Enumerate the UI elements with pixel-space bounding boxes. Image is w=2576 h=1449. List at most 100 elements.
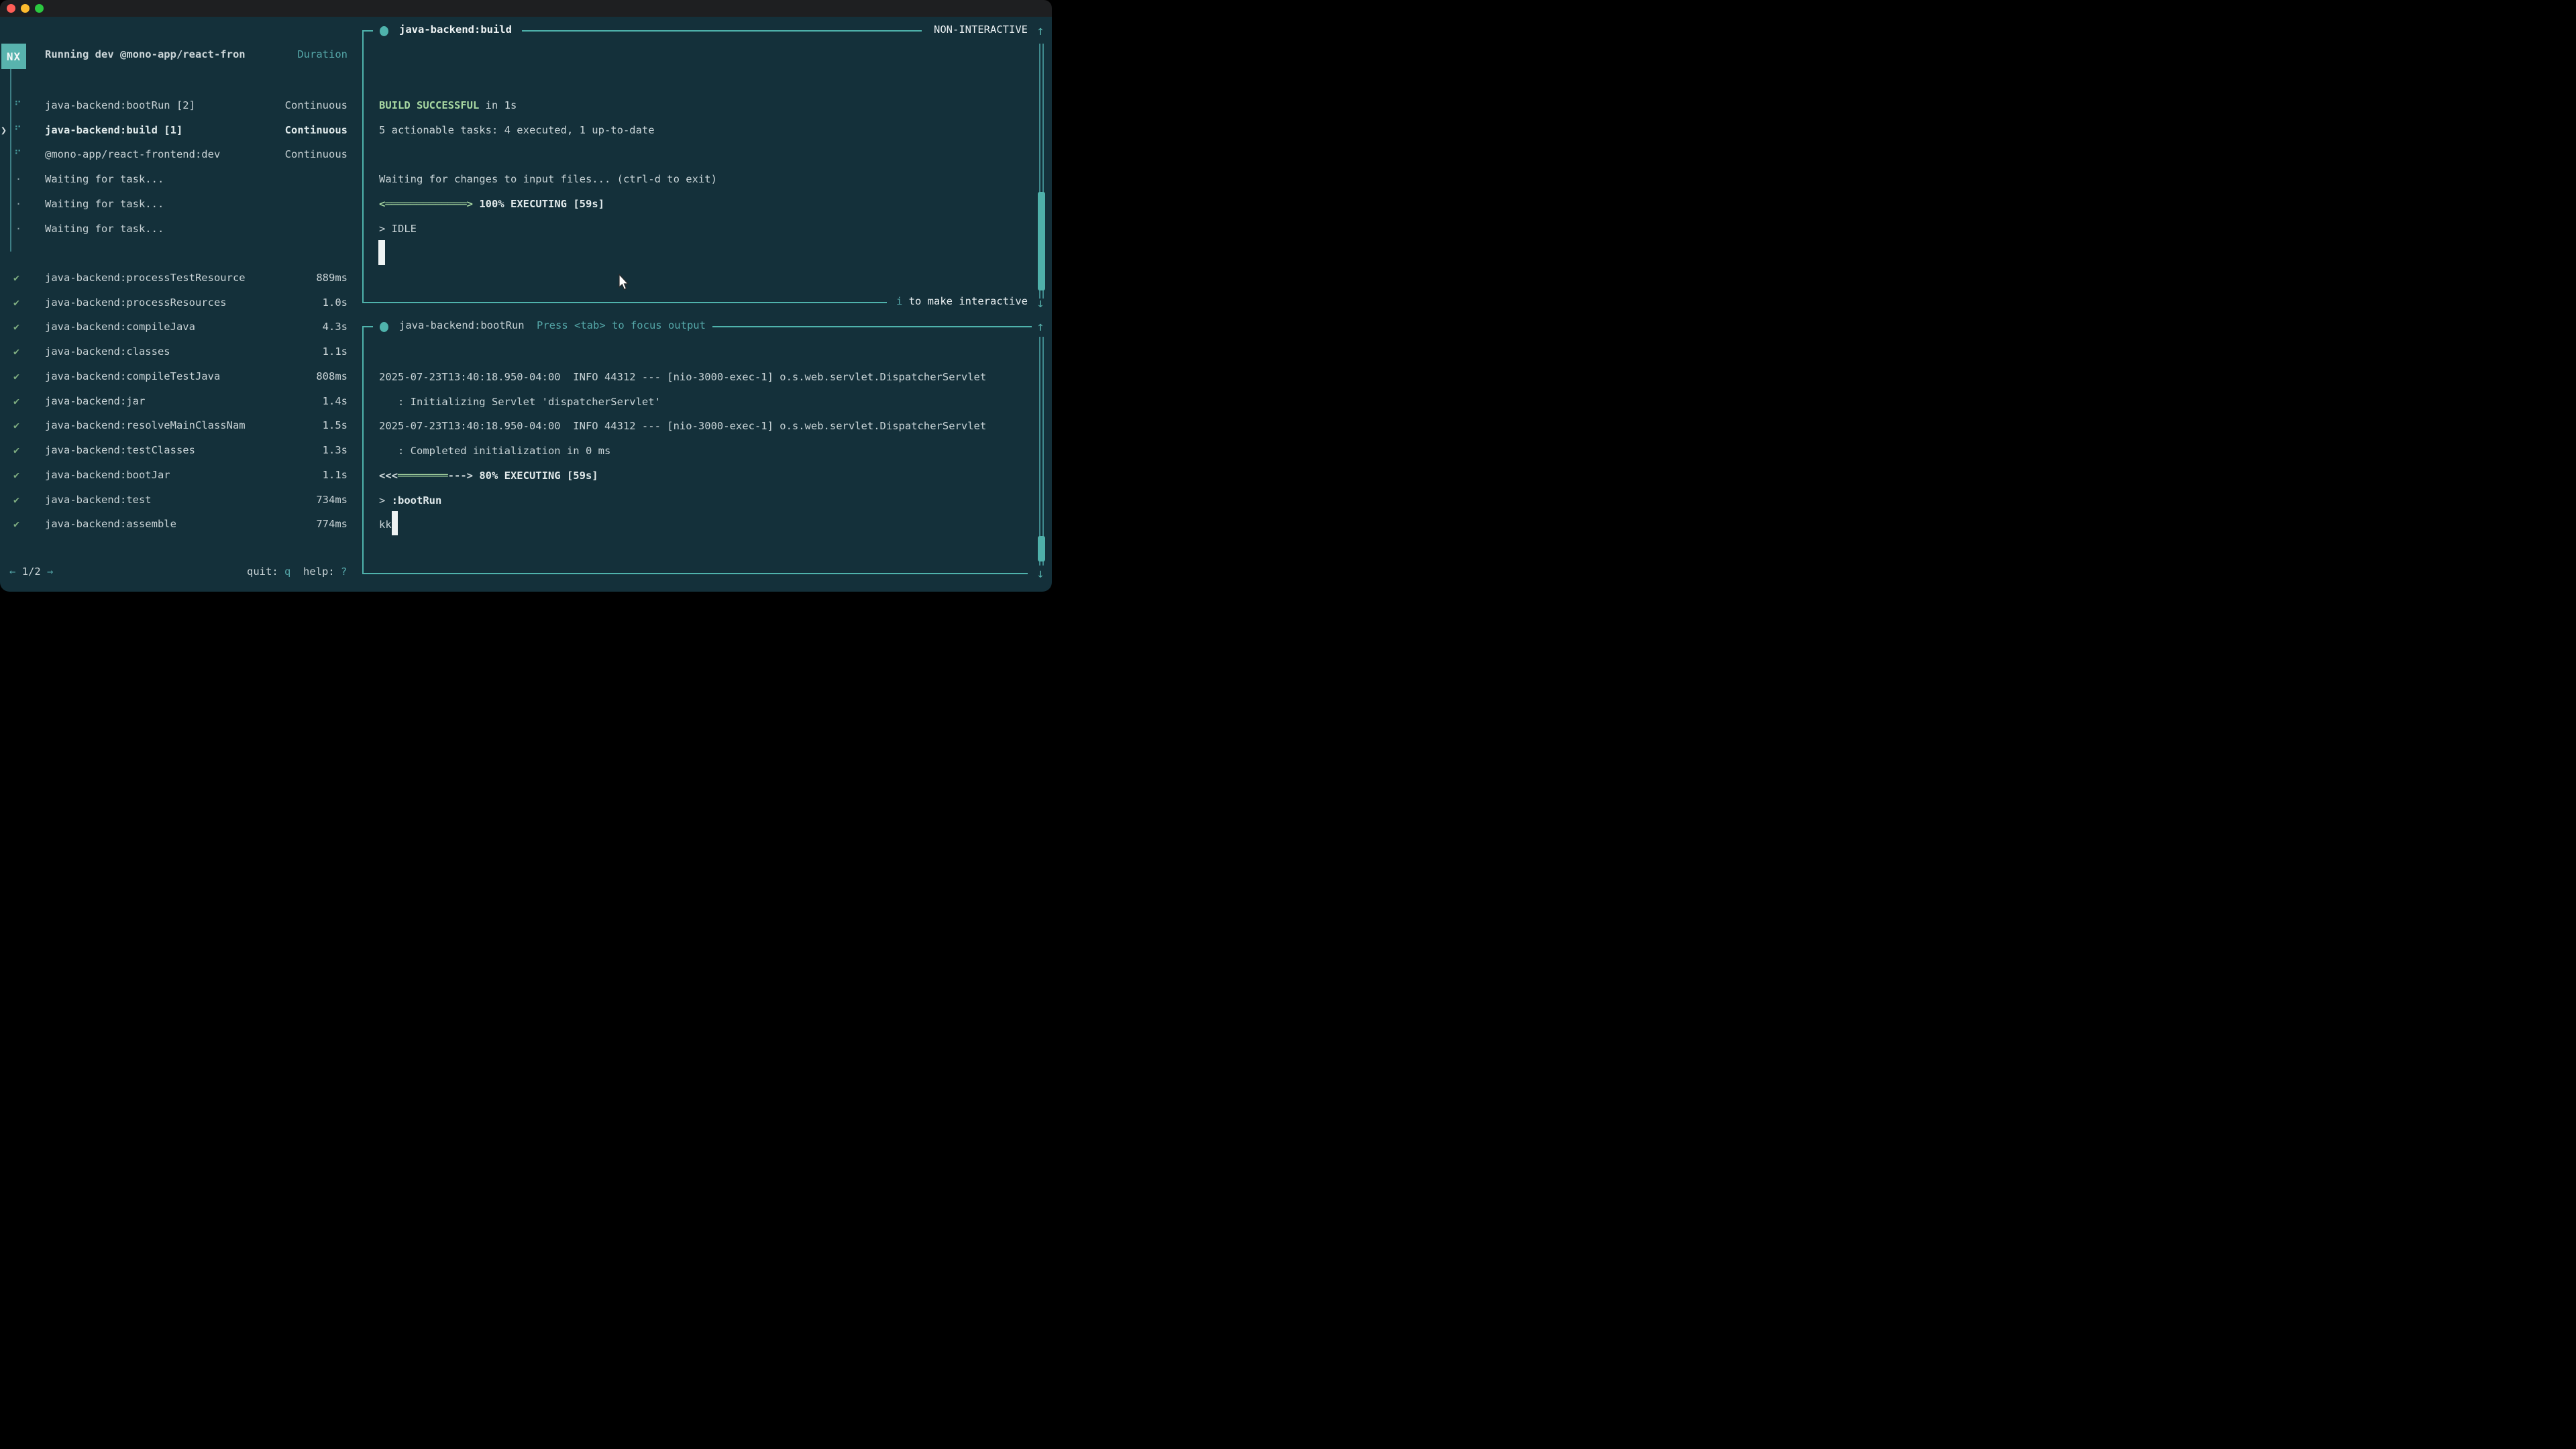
build-status: BUILD SUCCESSFUL [379, 99, 479, 111]
pane1-scroll-down-icon[interactable]: ↓ [1033, 297, 1048, 310]
pane2-scrollbar-thumb[interactable] [1038, 536, 1045, 561]
pane1-scroll-up-icon[interactable]: ↑ [1033, 25, 1048, 38]
task-status: Continuous [285, 124, 347, 136]
task-row[interactable]: ✔ java-backend:jar 1.4s [0, 388, 347, 413]
spinner-icon: ⠋ [14, 99, 21, 111]
pane1-bottom-border [362, 302, 887, 303]
pane2-bottom-border [362, 573, 1028, 574]
task-row-selected[interactable]: ❯ ⠋ java-backend:build [1] Continuous [0, 117, 347, 142]
pane2-output: 2025-07-23T13:40:18.950-04:00 INFO 44312… [379, 365, 1036, 537]
task-row[interactable]: ✔ java-backend:bootJar 1.1s [0, 463, 347, 488]
selection-caret-icon: ❯ [1, 124, 7, 136]
prompt-caret: > [379, 494, 392, 506]
pane2-scroll-down-icon[interactable]: ↓ [1033, 568, 1048, 580]
check-icon: ✔ [13, 444, 19, 456]
log-text: 2025-07-23T13:40:18.950-04:00 INFO 44312… [379, 420, 986, 432]
task-row[interactable]: ✔ java-backend:assemble 774ms [0, 512, 347, 537]
pane1-corner-line [362, 30, 373, 32]
task-name: @mono-app/react-frontend:dev [45, 148, 220, 160]
task-duration: 1.1s [323, 469, 347, 481]
zoom-button[interactable] [35, 4, 44, 13]
progress-label: 100% EXECUTING [59s] [473, 198, 604, 210]
task-duration: 734ms [316, 494, 347, 506]
pane2-scrollbar-track[interactable] [1039, 337, 1044, 566]
task-summary: 5 actionable tasks: 4 executed, 1 up-to-… [379, 124, 655, 136]
pane2-left-border [362, 326, 364, 574]
pane1-header-line [522, 30, 922, 32]
waiting-message: Waiting for changes to input files... (c… [379, 173, 717, 185]
task-name: java-backend:processResources [45, 297, 227, 309]
log-line: : Completed initialization in 0 ms [379, 439, 1036, 464]
task-row[interactable]: ✔ java-backend:compileJava 4.3s [0, 315, 347, 339]
typed-text: kk [379, 519, 392, 531]
task-row[interactable]: ✔ java-backend:processResources 1.0s [0, 290, 347, 315]
output-line: BUILD SUCCESSFUL in 1s [379, 93, 1036, 118]
waiting-dot-icon: · [15, 198, 21, 210]
pane2-corner-line [362, 326, 373, 327]
pane2-scroll-up-icon[interactable]: ↑ [1033, 321, 1048, 333]
close-button[interactable] [7, 4, 15, 13]
task-duration: 1.3s [323, 444, 347, 456]
task-name: Waiting for task... [45, 198, 164, 210]
build-time: in 1s [479, 99, 517, 111]
waiting-dot-icon: · [15, 173, 21, 185]
task-name: java-backend:resolveMainClassNam [45, 419, 246, 431]
task-row[interactable]: ✔ java-backend:test 734ms [0, 487, 347, 512]
task-row[interactable]: ✔ java-backend:compileTestJava 808ms [0, 364, 347, 389]
task-row[interactable]: · Waiting for task... [0, 192, 347, 217]
pane2-status-dot-icon [380, 322, 388, 332]
task-row[interactable]: ⠋ @mono-app/react-frontend:dev Continuou… [0, 142, 347, 167]
spinner-icon: ⠋ [14, 124, 21, 136]
prompt-line: > :bootRun [379, 488, 1036, 513]
input-line[interactable]: kk [379, 513, 1036, 537]
mouse-cursor-icon [619, 274, 631, 291]
task-duration: 889ms [316, 272, 347, 284]
output-line: > IDLE [379, 216, 1036, 241]
task-duration: 808ms [316, 370, 347, 382]
pane1-title[interactable]: java-backend:build [399, 23, 512, 36]
task-duration: 1.4s [323, 395, 347, 407]
task-row[interactable]: ✔ java-backend:classes 1.1s [0, 339, 347, 364]
log-text: 2025-07-23T13:40:18.950-04:00 INFO 44312… [379, 371, 986, 383]
check-icon: ✔ [13, 494, 19, 506]
bar-fill: ═════════════ [385, 198, 466, 210]
page-right-arrow-icon[interactable]: → [47, 566, 53, 578]
log-line: 2025-07-23T13:40:18.950-04:00 INFO 44312… [379, 414, 1036, 439]
sidebar-title: Running dev @mono-app/react-fron [45, 48, 246, 60]
waiting-dot-icon: · [15, 223, 21, 235]
task-row[interactable]: · Waiting for task... [0, 216, 347, 241]
task-name: java-backend:jar [45, 395, 145, 407]
minimize-button[interactable] [21, 4, 30, 13]
bar-left: <<< [379, 470, 398, 482]
terminal-window: NX Running dev @mono-app/react-fron Dura… [0, 0, 1052, 592]
sidebar-header: Running dev @mono-app/react-fron Duratio… [0, 48, 347, 64]
pane1-scrollbar-thumb[interactable] [1038, 192, 1045, 290]
duration-column-header: Duration [297, 48, 347, 60]
task-name: java-backend:processTestResource [45, 272, 246, 284]
task-row[interactable]: ⠋ java-backend:bootRun [2] Continuous [0, 93, 347, 118]
interactive-key: i [896, 295, 902, 307]
task-row[interactable]: ✔ java-backend:processTestResource 889ms [0, 266, 347, 290]
page-left-arrow-icon[interactable]: ← [9, 566, 15, 578]
pane2-title[interactable]: java-backend:bootRun [399, 319, 525, 331]
help-key: ? [341, 566, 347, 578]
task-row[interactable]: ✔ java-backend:testClasses 1.3s [0, 438, 347, 463]
log-text: : Initializing Servlet 'dispatcherServle… [379, 396, 661, 408]
bar-fill: ════════ [398, 470, 448, 482]
task-duration: 774ms [316, 518, 347, 530]
page-indicator[interactable]: ← 1/2 → [9, 566, 53, 578]
log-line: : Initializing Servlet 'dispatcherServle… [379, 389, 1036, 414]
task-row[interactable]: ✔ java-backend:resolveMainClassNam 1.5s [0, 413, 347, 438]
pane1-left-border [362, 30, 364, 303]
spinner-icon: ⠋ [14, 148, 21, 160]
nx-tui: NX Running dev @mono-app/react-fron Dura… [0, 17, 1052, 592]
check-icon: ✔ [13, 272, 19, 284]
bar-left: < [379, 198, 385, 210]
task-row[interactable]: · Waiting for task... [0, 167, 347, 192]
page-count [15, 566, 21, 578]
pane2-header-line [712, 326, 1032, 327]
task-name: Waiting for task... [45, 173, 164, 185]
check-icon: ✔ [13, 419, 19, 431]
completed-task-list: ✔ java-backend:processTestResource 889ms… [0, 266, 347, 537]
check-icon: ✔ [13, 395, 19, 407]
